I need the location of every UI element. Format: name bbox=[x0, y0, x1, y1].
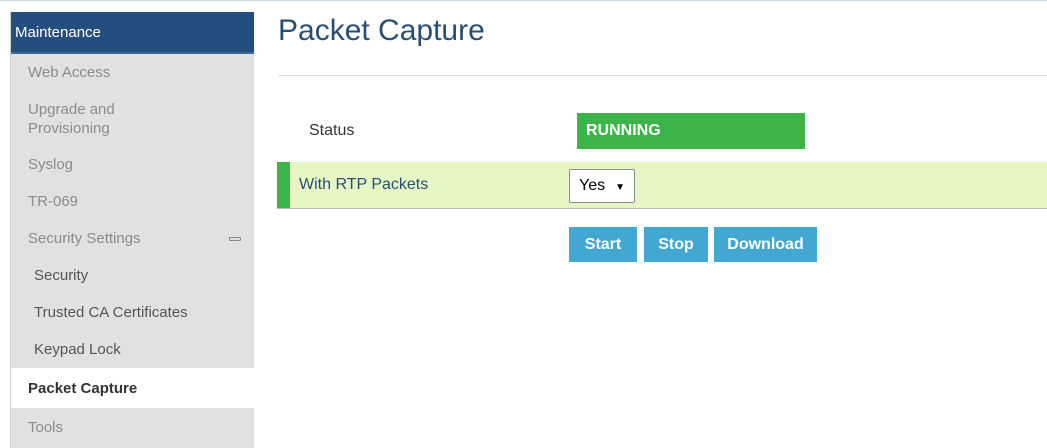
sidebar-item-security-settings[interactable]: Security Settings bbox=[11, 220, 254, 257]
page-title: Packet Capture bbox=[278, 14, 485, 47]
sidebar-item-keypad-lock[interactable]: Keypad Lock bbox=[11, 331, 254, 368]
sidebar-header-maintenance[interactable]: Maintenance bbox=[11, 12, 254, 54]
sidebar-item-packet-capture[interactable]: Packet Capture bbox=[11, 368, 254, 408]
rtp-packets-label: With RTP Packets bbox=[299, 176, 429, 193]
collapse-icon[interactable] bbox=[229, 236, 241, 241]
title-divider bbox=[278, 75, 1047, 76]
sidebar-item-label: Syslog bbox=[28, 156, 74, 173]
sidebar-item-label: Trusted CA Certificates bbox=[34, 303, 188, 321]
sidebar-item-upgrade-provisioning[interactable]: Upgrade and Provisioning bbox=[11, 91, 254, 147]
start-button[interactable]: Start bbox=[569, 227, 637, 262]
sidebar-item-security[interactable]: Security bbox=[11, 257, 254, 293]
top-border bbox=[0, 0, 1047, 9]
sidebar-item-syslog[interactable]: Syslog bbox=[11, 147, 254, 182]
rtp-packets-row: With RTP Packets Yes ▼ bbox=[277, 162, 1047, 209]
sidebar-item-label: TR-069 bbox=[28, 192, 79, 210]
sidebar-item-label: Web Access bbox=[28, 64, 111, 81]
status-value: RUNNING bbox=[586, 122, 661, 139]
row-accent-bar bbox=[277, 162, 290, 208]
stop-button[interactable]: Stop bbox=[644, 227, 708, 262]
sidebar-item-label: Tools bbox=[28, 418, 64, 436]
sidebar-item-tr-069[interactable]: TR-069 bbox=[11, 182, 254, 220]
sidebar-item-label: Keypad Lock bbox=[34, 341, 121, 358]
dropdown-arrow-icon: ▼ bbox=[615, 182, 625, 193]
sidebar: Maintenance Web Access Upgrade and Provi… bbox=[10, 12, 254, 448]
status-label: Status bbox=[309, 122, 355, 139]
rtp-packets-select[interactable]: Yes ▼ bbox=[569, 169, 635, 203]
sidebar-item-web-access[interactable]: Web Access bbox=[11, 54, 254, 91]
sidebar-item-tools[interactable]: Tools bbox=[11, 408, 254, 446]
sidebar-item-label: Security bbox=[34, 266, 89, 284]
sidebar-item-trusted-ca-certificates[interactable]: Trusted CA Certificates bbox=[11, 293, 254, 331]
sidebar-item-label: Security Settings bbox=[28, 230, 141, 247]
sidebar-item-label: Packet Capture bbox=[28, 379, 138, 397]
rtp-packets-selected-value: Yes bbox=[579, 177, 606, 194]
download-button[interactable]: Download bbox=[714, 227, 817, 262]
sidebar-item-label: Upgrade and Provisioning bbox=[28, 101, 115, 137]
status-badge: RUNNING bbox=[577, 113, 805, 149]
